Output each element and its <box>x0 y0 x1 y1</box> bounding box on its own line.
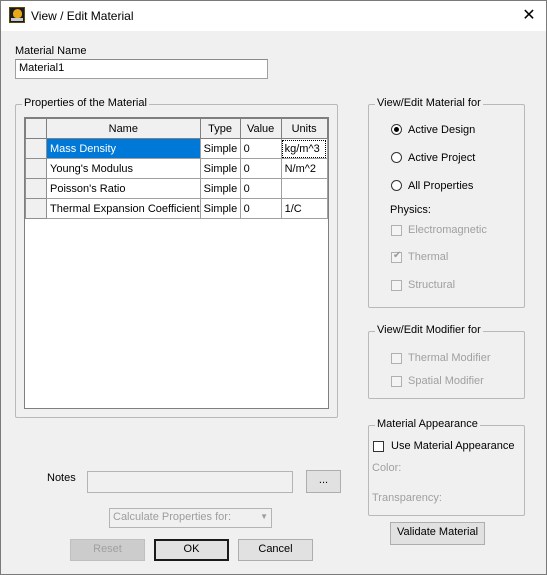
checkbox-label-use-material-appearance[interactable]: Use Material Appearance <box>391 440 515 452</box>
cell-value[interactable]: 0 <box>239 198 282 219</box>
cell-units[interactable]: 1/C <box>280 198 328 219</box>
calculate-properties-dropdown[interactable]: Calculate Properties for: ▼ <box>109 508 272 528</box>
material-name-label: Material Name <box>15 45 87 57</box>
checkbox-thermal[interactable]: ✔ <box>391 250 402 263</box>
cell-name[interactable]: Thermal Expansion Coefficient <box>46 198 201 219</box>
ok-button[interactable]: OK <box>154 539 229 561</box>
notes-input[interactable] <box>87 471 293 493</box>
checkbox-label-thermal-modifier: Thermal Modifier <box>408 352 491 364</box>
material-name-input[interactable]: Material1 <box>15 59 268 79</box>
cell-value[interactable]: 0 <box>239 178 282 199</box>
checkbox-use-material-appearance[interactable] <box>373 441 384 452</box>
view-edit-material-group-title: View/Edit Material for <box>375 97 483 109</box>
radio-all-properties[interactable] <box>391 180 402 191</box>
row-header-corner <box>25 118 47 139</box>
row-header[interactable] <box>25 198 47 219</box>
flame-shape <box>13 9 22 18</box>
cell-type[interactable]: Simple <box>199 158 241 179</box>
checkbox-spatial-modifier[interactable] <box>391 376 402 387</box>
properties-group-title: Properties of the Material <box>22 97 149 109</box>
radio-active-design[interactable] <box>391 124 402 135</box>
cell-units[interactable] <box>280 178 328 199</box>
row-header[interactable] <box>25 138 47 159</box>
cell-units[interactable]: N/m^2 <box>280 158 328 179</box>
cell-units[interactable]: kg/m^3 <box>280 138 328 159</box>
cell-type[interactable]: Simple <box>199 178 241 199</box>
view-edit-modifier-group-title: View/Edit Modifier for <box>375 324 483 336</box>
row-header[interactable] <box>25 178 47 199</box>
cell-type[interactable]: Simple <box>199 198 241 219</box>
logo-bar <box>11 18 23 21</box>
calculate-properties-value: Calculate Properties for: <box>113 511 231 523</box>
radio-label-all-properties[interactable]: All Properties <box>408 180 473 192</box>
title-bar[interactable]: View / Edit Material ✕ <box>1 1 546 31</box>
properties-grid[interactable]: Name Type Value Units Mass Density Simpl… <box>24 117 329 409</box>
validate-material-button[interactable]: Validate Material <box>390 522 485 545</box>
cell-name[interactable]: Young's Modulus <box>46 158 201 179</box>
checkbox-label-structural: Structural <box>408 279 456 291</box>
color-label: Color: <box>372 462 402 474</box>
properties-table: Name Type Value Units Mass Density Simpl… <box>25 118 328 219</box>
window-title: View / Edit Material <box>31 9 134 23</box>
app-logo-icon <box>9 7 25 23</box>
physics-label: Physics: <box>390 204 431 216</box>
chevron-down-icon: ▼ <box>260 512 268 521</box>
table-header-row: Name Type Value Units <box>25 118 328 139</box>
reset-button[interactable]: Reset <box>70 539 145 561</box>
cell-type[interactable]: Simple <box>199 138 241 159</box>
close-icon[interactable]: ✕ <box>516 4 542 28</box>
table-row[interactable]: Mass Density Simple 0 kg/m^3 <box>25 138 328 159</box>
radio-label-active-project[interactable]: Active Project <box>408 152 475 164</box>
column-header-units[interactable]: Units <box>280 118 328 139</box>
checkbox-thermal-modifier[interactable] <box>391 353 402 364</box>
checkmark-icon: ✔ <box>393 250 402 261</box>
table-row[interactable]: Young's Modulus Simple 0 N/m^2 <box>25 158 328 179</box>
view-edit-modifier-group: View/Edit Modifier for <box>368 324 525 399</box>
checkbox-label-electromagnetic: Electromagnetic <box>408 224 487 236</box>
view-edit-material-dialog: View / Edit Material ✕ Material Name Mat… <box>0 0 547 575</box>
checkbox-structural[interactable] <box>391 280 402 291</box>
checkbox-electromagnetic[interactable] <box>391 225 402 236</box>
table-row[interactable]: Thermal Expansion Coefficient Simple 0 1… <box>25 198 328 219</box>
radio-active-project[interactable] <box>391 152 402 163</box>
checkbox-label-spatial-modifier: Spatial Modifier <box>408 375 484 387</box>
table-row[interactable]: Poisson's Ratio Simple 0 <box>25 178 328 199</box>
column-header-name[interactable]: Name <box>46 118 201 139</box>
cancel-button[interactable]: Cancel <box>238 539 313 561</box>
radio-dot <box>394 127 399 132</box>
column-header-value[interactable]: Value <box>239 118 282 139</box>
checkbox-label-thermal: Thermal <box>408 251 449 263</box>
transparency-label: Transparency: <box>372 492 442 504</box>
cell-name[interactable]: Mass Density <box>46 138 201 159</box>
row-header[interactable] <box>25 158 47 179</box>
material-appearance-group-title: Material Appearance <box>375 418 480 430</box>
notes-browse-button[interactable]: ... <box>306 470 341 493</box>
cell-name[interactable]: Poisson's Ratio <box>46 178 201 199</box>
column-header-type[interactable]: Type <box>199 118 241 139</box>
cell-value[interactable]: 0 <box>239 158 282 179</box>
radio-label-active-design[interactable]: Active Design <box>408 124 475 136</box>
notes-label: Notes <box>47 472 76 484</box>
cell-value[interactable]: 0 <box>239 138 282 159</box>
